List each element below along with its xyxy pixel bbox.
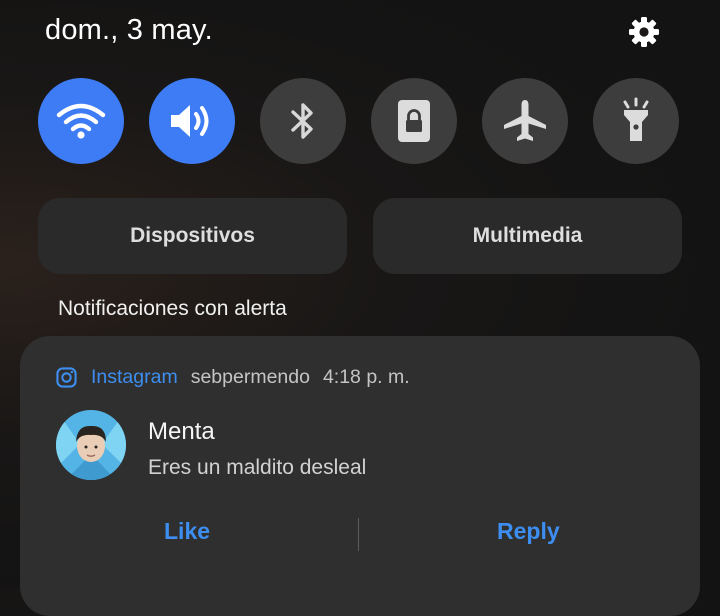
notification-header: Instagram sebpermendo 4:18 p. m.	[56, 366, 410, 389]
gear-icon[interactable]	[624, 12, 664, 52]
rotation-lock-toggle[interactable]	[371, 78, 457, 164]
wifi-icon	[56, 103, 106, 139]
devices-button[interactable]: Dispositivos	[38, 198, 347, 274]
notification-app-name: Instagram	[91, 366, 178, 388]
instagram-icon	[56, 367, 77, 388]
flashlight-icon	[623, 97, 649, 141]
media-button[interactable]: Multimedia	[373, 198, 682, 274]
notification-time: 4:18 p. m.	[322, 366, 410, 388]
notification-sender: sebpermendo	[190, 366, 310, 388]
action-divider	[358, 518, 359, 551]
notification-body: Eres un maldito desleal	[148, 456, 367, 479]
wifi-toggle[interactable]	[38, 78, 124, 164]
section-title: Notificaciones con alerta	[58, 297, 287, 320]
airplane-toggle[interactable]	[482, 78, 568, 164]
volume-icon	[171, 105, 209, 137]
reply-button[interactable]: Reply	[497, 518, 560, 545]
notification-title: Menta	[148, 418, 215, 445]
lock-icon	[398, 100, 430, 142]
quick-settings-row	[38, 78, 679, 164]
notification-card[interactable]: Instagram sebpermendo 4:18 p. m. Menta E…	[20, 336, 700, 616]
airplane-icon	[504, 100, 546, 141]
flashlight-toggle[interactable]	[593, 78, 679, 164]
bluetooth-toggle[interactable]	[260, 78, 346, 164]
status-date: dom., 3 may.	[45, 14, 213, 46]
like-button[interactable]: Like	[164, 518, 210, 545]
avatar	[56, 410, 126, 480]
bluetooth-icon	[291, 103, 313, 139]
sound-toggle[interactable]	[149, 78, 235, 164]
